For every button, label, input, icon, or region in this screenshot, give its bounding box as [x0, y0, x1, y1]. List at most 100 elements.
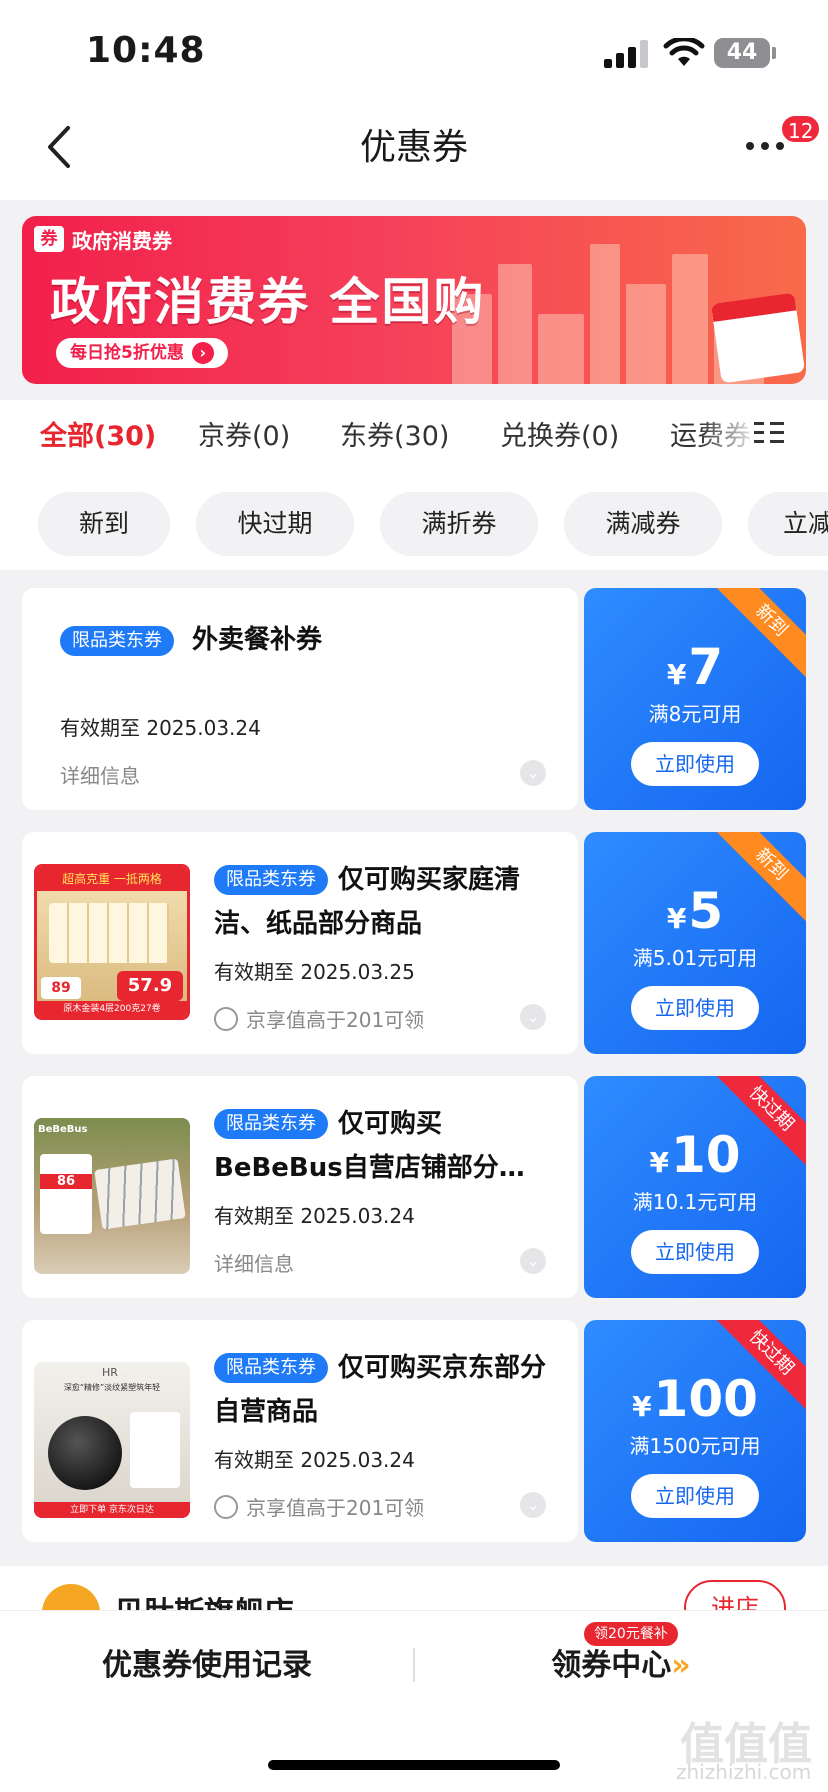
- double-chevron-icon: »: [671, 1648, 691, 1683]
- promo-card-image: [130, 1412, 180, 1488]
- yen-symbol: ¥: [666, 902, 687, 935]
- thumb-headline: 超高克重 一抵两格: [37, 867, 187, 891]
- coupon-condition: 满10.1元可用: [632, 1190, 758, 1214]
- yen-symbol: ¥: [649, 1146, 669, 1179]
- coupon-expiry: 有效期至 2025.03.25: [214, 960, 415, 984]
- chip-new[interactable]: 新到: [38, 492, 170, 556]
- tissue-pack-image: [49, 903, 169, 963]
- tab-exchange-coupon[interactable]: 兑换券(0): [500, 414, 619, 453]
- coupon-detail-link[interactable]: 详细信息: [214, 1248, 294, 1277]
- coupon-tag: 限品类东券: [60, 626, 174, 656]
- tab-dong-coupon[interactable]: 东券(30): [340, 414, 449, 453]
- thumb-caption: 立即下单 京东次日达: [34, 1502, 190, 1518]
- coupon-detail-link[interactable]: 详细信息: [60, 760, 140, 789]
- coupon-condition: 满5.01元可用: [632, 946, 758, 970]
- coupon-tag: 限品类东券: [214, 1353, 328, 1383]
- chevron-down-icon[interactable]: ⌄: [520, 1248, 546, 1274]
- use-now-button[interactable]: 立即使用: [631, 1474, 759, 1518]
- wifi-icon: [663, 38, 705, 66]
- coupon-amount-value: 100: [653, 1370, 758, 1428]
- coupon-card[interactable]: BeBeBus 86 限品类东券 仅可购买BeBeBus自营店铺部分… 有效期至 …: [22, 1076, 578, 1298]
- coupon-title: 限品类东券 仅可购买家庭清洁、纸品部分商品: [214, 858, 554, 946]
- cream-jar-image: [48, 1416, 122, 1490]
- coupon-value-panel: 快过期 ¥100 满1500元可用 立即使用: [584, 1320, 806, 1542]
- banner-headline: 政府消费券 全国购: [50, 273, 486, 331]
- coupon-title: 限品类东券 仅可购买BeBeBus自营店铺部分…: [214, 1102, 554, 1190]
- message-count-badge: 12: [780, 114, 822, 144]
- coupon-amount-value: 10: [670, 1126, 741, 1184]
- coupon-card[interactable]: 超高克重 一抵两格 89 57.9 原木金装4层200克27卷 限品类东券 仅可购…: [22, 832, 578, 1054]
- coupon-center-button[interactable]: 领券中心»: [414, 1640, 828, 1684]
- banner-tag-label: 政府消费券: [72, 228, 172, 253]
- coupon-card[interactable]: 限品类东券 外卖餐补券 有效期至 2025.03.24 详细信息 ⌄: [22, 588, 578, 810]
- coupon-amount: ¥7: [584, 638, 806, 696]
- chevron-down-icon[interactable]: ⌄: [520, 1492, 546, 1518]
- thumb-brand: HR: [102, 1366, 118, 1379]
- use-now-button[interactable]: 立即使用: [631, 986, 759, 1030]
- coupon-amount: ¥10: [584, 1126, 806, 1184]
- coupon-center-badge: 领20元餐补: [584, 1622, 678, 1646]
- coupon-expiry: 有效期至 2025.03.24: [214, 1204, 415, 1228]
- banner-tag: 券 政府消费券: [34, 225, 172, 253]
- yen-symbol: ¥: [666, 658, 687, 691]
- jd-value-icon: [214, 1494, 238, 1519]
- chip-full-reduction[interactable]: 满减券: [564, 492, 722, 556]
- chip-discount[interactable]: 满折券: [380, 492, 538, 556]
- chevron-down-icon[interactable]: ⌄: [520, 1004, 546, 1030]
- battery-nub: [772, 47, 776, 59]
- coupon-tag: 限品类东券: [214, 1109, 328, 1139]
- jd-value-icon: [214, 1006, 238, 1031]
- coupon-condition: 满8元可用: [648, 702, 742, 726]
- tab-fade: [700, 400, 760, 470]
- chevron-right-icon: ›: [191, 342, 214, 364]
- battery-icon: 44: [714, 38, 770, 68]
- use-now-button[interactable]: 立即使用: [631, 1230, 759, 1274]
- product-thumbnail: 超高克重 一抵两格 89 57.9 原木金装4层200克27卷: [34, 864, 190, 1020]
- coupon-value-panel: 快过期 ¥10 满10.1元可用 立即使用: [584, 1076, 806, 1298]
- tab-jing-coupon[interactable]: 京券(0): [198, 414, 290, 453]
- coupon-title: 限品类东券 仅可购买京东部分自营商品: [214, 1346, 554, 1434]
- page-title: 优惠券: [359, 127, 468, 168]
- coupon-eligibility: 京享值高于201可领: [214, 1004, 424, 1033]
- thumb-price-card: 86: [40, 1154, 92, 1234]
- banner-pill-label: 每日抢5折优惠: [70, 343, 184, 363]
- category-grid-icon[interactable]: [752, 418, 786, 448]
- coupon-expiry: 有效期至 2025.03.24: [60, 716, 261, 740]
- chip-expiring[interactable]: 快过期: [196, 492, 354, 556]
- coupon-condition: 满1500元可用: [629, 1434, 761, 1458]
- coupon-tag: 限品类东券: [214, 865, 328, 895]
- watermark-url: zhizhizhi.com: [676, 1760, 812, 1784]
- yen-symbol: ¥: [632, 1390, 652, 1423]
- thumb-price: 86: [40, 1174, 92, 1189]
- use-now-button[interactable]: 立即使用: [631, 742, 759, 786]
- coupon-amount: ¥100: [584, 1370, 806, 1428]
- chip-instant-off[interactable]: 立减: [748, 492, 828, 556]
- diaper-pack-image: [94, 1158, 186, 1230]
- signal-icon: [604, 40, 648, 68]
- coupon-value-panel: 新到 ¥5 满5.01元可用 立即使用: [584, 832, 806, 1054]
- home-indicator[interactable]: [268, 1760, 560, 1770]
- thumb-brand: BeBeBus: [38, 1124, 88, 1135]
- coupon-history-button[interactable]: 优惠券使用记录: [0, 1640, 414, 1684]
- coupon-value-panel: 新到 ¥7 满8元可用 立即使用: [584, 588, 806, 810]
- coupon-expiry: 有效期至 2025.03.24: [214, 1448, 415, 1472]
- tab-all[interactable]: 全部(30): [40, 414, 156, 453]
- coupon-title: 外卖餐补券: [192, 625, 323, 655]
- thumb-price: 57.9: [117, 971, 183, 1001]
- thumb-orig-price: 89: [41, 977, 81, 999]
- coupon-eligibility-label: 京享值高于201可领: [246, 1496, 425, 1520]
- coupon-eligibility: 京享值高于201可领: [214, 1492, 424, 1521]
- status-time: 10:48: [86, 30, 206, 71]
- chevron-down-icon[interactable]: ⌄: [520, 760, 546, 786]
- banner-calendar-icon: [710, 292, 806, 384]
- coupon-amount: ¥5: [584, 882, 806, 940]
- thumb-slogan: 深愈“精修”淡纹紧塑筑年轻: [63, 1383, 161, 1392]
- product-thumbnail: HR 深愈“精修”淡纹紧塑筑年轻 立即下单 京东次日达: [34, 1362, 190, 1518]
- coupon-detail-label: 详细信息: [214, 1252, 294, 1276]
- coupon-eligibility-label: 京享值高于201可领: [246, 1008, 425, 1032]
- thumb-caption: 原木金装4层200克27卷: [37, 1001, 187, 1017]
- banner-pill[interactable]: 每日抢5折优惠 ›: [56, 338, 228, 368]
- voucher-icon: 券: [34, 226, 64, 252]
- coupon-center-label: 领券中心: [551, 1648, 672, 1683]
- coupon-card[interactable]: HR 深愈“精修”淡纹紧塑筑年轻 立即下单 京东次日达 限品类东券 仅可购买京东部…: [22, 1320, 578, 1542]
